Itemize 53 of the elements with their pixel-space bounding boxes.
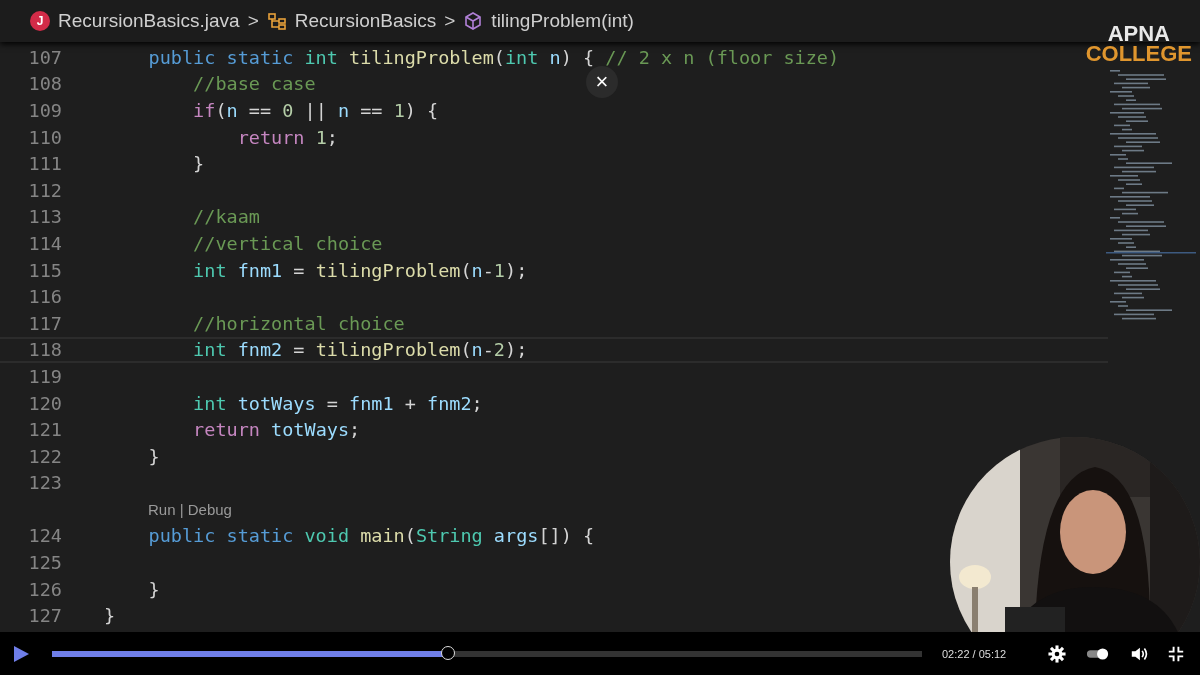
line-number: 122 bbox=[27, 445, 62, 467]
line-number: 112 bbox=[27, 179, 62, 201]
line-number: 116 bbox=[27, 286, 62, 308]
cube-icon bbox=[463, 11, 484, 31]
autoplay-toggle[interactable] bbox=[1086, 646, 1111, 661]
settings-icon[interactable] bbox=[1048, 644, 1067, 663]
breadcrumb-separator: > bbox=[247, 10, 259, 32]
line-number: 110 bbox=[27, 126, 62, 148]
line-number: 107 bbox=[27, 46, 62, 68]
line-number: 108 bbox=[27, 73, 62, 95]
java-file-icon: J bbox=[30, 11, 50, 31]
line-number: 127 bbox=[27, 605, 62, 627]
progress-handle[interactable] bbox=[440, 645, 455, 660]
line-number: 113 bbox=[27, 206, 62, 228]
exit-fullscreen-icon[interactable] bbox=[1168, 645, 1185, 662]
code-line: } bbox=[147, 578, 160, 600]
code-line: int fnm2 = tilingProblem(n-2); bbox=[192, 339, 528, 361]
code-line: //base case bbox=[192, 73, 316, 95]
line-number: 125 bbox=[27, 552, 62, 574]
line-number: 124 bbox=[27, 525, 62, 547]
code-line: //vertical choice bbox=[192, 232, 383, 254]
logo: APNA COLLEGE bbox=[1085, 24, 1192, 64]
code-line: int totWays = fnm1 + fnm2; bbox=[192, 392, 483, 414]
line-number: 121 bbox=[27, 419, 62, 441]
line-number: 118 bbox=[27, 339, 62, 361]
breadcrumb-separator: > bbox=[444, 10, 456, 32]
breadcrumb-item[interactable]: tilingProblem(int) bbox=[491, 10, 634, 32]
line-number: 111 bbox=[27, 153, 62, 175]
code-line: } bbox=[147, 445, 160, 467]
code-line: int fnm1 = tilingProblem(n-1); bbox=[192, 259, 528, 281]
class-icon bbox=[266, 11, 287, 31]
line-number: 109 bbox=[27, 100, 62, 121]
line-number: 126 bbox=[27, 578, 62, 600]
close-button[interactable]: × bbox=[586, 66, 618, 98]
breadcrumb-item[interactable]: RecursionBasics bbox=[294, 10, 437, 32]
line-number: 114 bbox=[27, 232, 62, 254]
line-number: 120 bbox=[27, 392, 62, 414]
code-line: public static int tilingProblem(int n) { // 2 x n (floor size) bbox=[147, 46, 840, 68]
code-line: return 1; bbox=[236, 126, 338, 148]
code-line: //kaam bbox=[192, 206, 260, 228]
time-display: 02:22 / 05:12 bbox=[942, 647, 1007, 660]
code-line: if(n == 0 || n == 1) { bbox=[192, 100, 439, 121]
code-line: public static void main(String args[]) { bbox=[147, 525, 595, 547]
code-line: } bbox=[192, 153, 205, 175]
codelens-link[interactable]: Run | Debug bbox=[148, 500, 232, 518]
breadcrumb-item[interactable]: RecursionBasics.java bbox=[58, 10, 240, 32]
code-line: //horizontal choice bbox=[192, 312, 405, 334]
line-number: 119 bbox=[27, 365, 62, 387]
line-number: 123 bbox=[27, 472, 62, 494]
line-number: 117 bbox=[27, 312, 62, 334]
line-number: 115 bbox=[27, 259, 62, 281]
code-line: return totWays; bbox=[192, 419, 361, 441]
code-line: } bbox=[104, 605, 116, 627]
